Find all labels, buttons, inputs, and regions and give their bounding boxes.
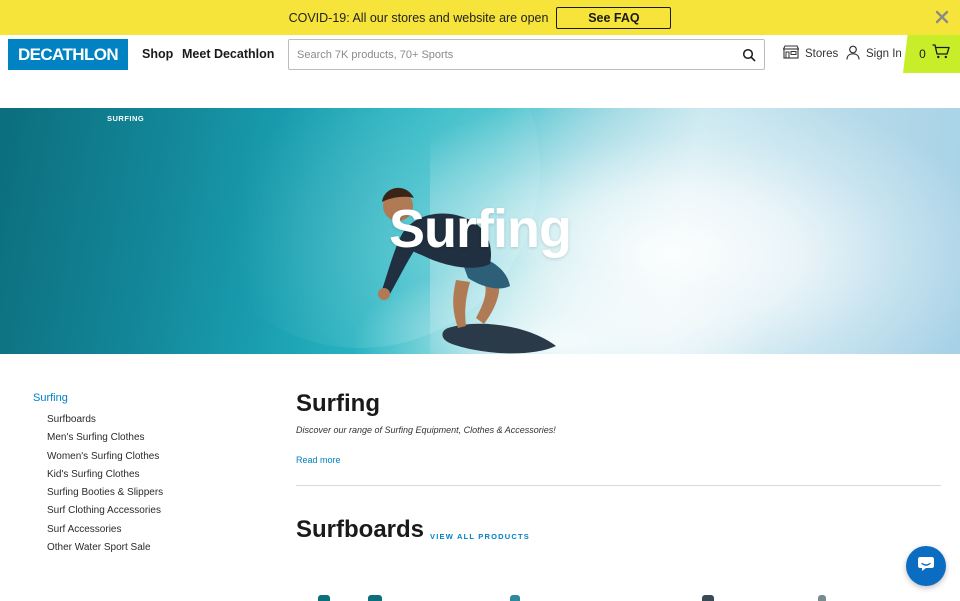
- sidebar-item-water-sport-sale[interactable]: Other Water Sport Sale: [47, 539, 233, 557]
- section-divider: [296, 485, 941, 486]
- decathlon-logo[interactable]: DECATHLON: [8, 39, 128, 70]
- search-bar: [288, 39, 765, 70]
- search-input[interactable]: [289, 40, 734, 69]
- product-thumbnail[interactable]: [368, 595, 382, 601]
- stores-label: Stores: [805, 47, 839, 60]
- see-faq-button[interactable]: See FAQ: [556, 6, 672, 29]
- nav-meet-decathlon[interactable]: Meet Decathlon: [182, 47, 274, 61]
- chat-icon: [917, 556, 935, 577]
- cart-icon: [932, 44, 950, 64]
- hero-title: Surfing: [389, 199, 572, 259]
- sign-in-label: Sign In: [866, 48, 902, 60]
- sidebar-item-surfboards[interactable]: Surfboards: [47, 411, 233, 429]
- sidebar-title[interactable]: Surfing: [33, 392, 233, 404]
- product-thumbnail[interactable]: [702, 595, 714, 601]
- sidebar-item-surf-accessories[interactable]: Surf Accessories: [47, 521, 233, 539]
- sidebar-item-booties-slippers[interactable]: Surfing Booties & Slippers: [47, 484, 233, 502]
- page-title: Surfing: [296, 390, 380, 417]
- sidebar-item-mens-clothes[interactable]: Men's Surfing Clothes: [47, 429, 233, 447]
- stores-link[interactable]: Stores: [782, 45, 839, 62]
- store-icon: [782, 45, 805, 62]
- sign-in-link[interactable]: Sign In: [846, 45, 902, 63]
- sidebar-item-kids-clothes[interactable]: Kid's Surfing Clothes: [47, 466, 233, 484]
- page-description: Discover our range of Surfing Equipment,…: [296, 425, 556, 435]
- user-icon: [846, 45, 866, 63]
- sidebar-item-clothing-accessories[interactable]: Surf Clothing Accessories: [47, 502, 233, 520]
- cart-count: 0: [919, 47, 926, 61]
- announcement-bar: COVID-19: All our stores and website are…: [0, 0, 960, 35]
- view-all-products-link[interactable]: VIEW ALL PRODUCTS: [430, 532, 530, 541]
- product-thumbnail[interactable]: [818, 595, 826, 601]
- hero-banner: SURFING Surfing: [0, 108, 960, 354]
- product-thumbnail[interactable]: [318, 595, 330, 601]
- announcement-text: COVID-19: All our stores and website are…: [288, 10, 549, 25]
- product-thumbnail[interactable]: [510, 595, 520, 601]
- nav-shop[interactable]: Shop: [142, 47, 173, 61]
- chat-button[interactable]: [906, 546, 946, 586]
- close-icon[interactable]: [934, 9, 950, 25]
- cart-button[interactable]: 0: [903, 35, 960, 73]
- search-icon[interactable]: [734, 40, 764, 69]
- surfer-image: [378, 187, 556, 354]
- section-title: Surfboards: [296, 516, 425, 543]
- category-sidebar: Surfing Surfboards Men's Surfing Clothes…: [33, 392, 233, 557]
- sidebar-item-womens-clothes[interactable]: Women's Surfing Clothes: [47, 448, 233, 466]
- breadcrumb[interactable]: SURFING: [107, 114, 144, 123]
- site-header: DECATHLON Shop Meet Decathlon Stores Sig…: [0, 35, 960, 73]
- read-more-link[interactable]: Read more: [296, 455, 341, 465]
